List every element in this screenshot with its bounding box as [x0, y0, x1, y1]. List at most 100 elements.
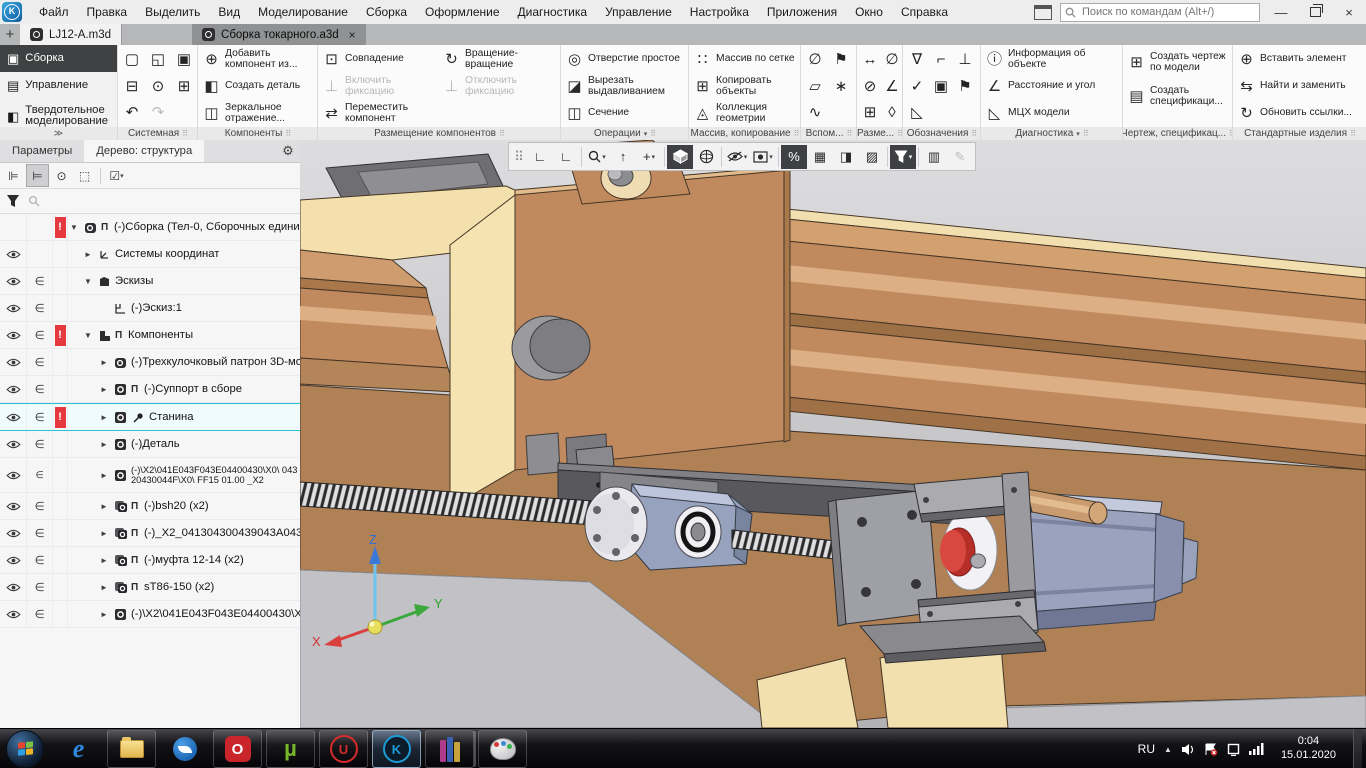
new-document-button[interactable]: ▢	[120, 46, 144, 72]
dim-linear-button[interactable]: ↔	[859, 46, 881, 72]
display-wireframe-button[interactable]	[693, 145, 719, 169]
tree-row-sketches[interactable]: ∈ ▼ Эскизы	[0, 268, 300, 295]
tray-expand-arrow[interactable]: ▲	[1164, 745, 1172, 754]
eye-icon[interactable]	[6, 610, 21, 619]
panel-tab-management[interactable]: ▤Управление	[0, 72, 117, 99]
filter-funnel-icon[interactable]	[6, 194, 20, 208]
aux-axis-button[interactable]: ∅	[803, 46, 827, 72]
menu-assembly[interactable]: Сборка	[357, 0, 416, 24]
drag-handle-icon[interactable]: ⠿	[847, 129, 853, 138]
eye-icon[interactable]	[6, 358, 21, 367]
taskbar-red-u-app[interactable]: U	[319, 730, 368, 768]
rotation-rotation-button[interactable]: ↻Вращение-вращение	[440, 46, 558, 73]
eye-icon[interactable]	[6, 556, 21, 565]
tree-row-x2-long-name[interactable]: ∈ ► (-)\X2\041E043F043E04400430\X0\ 0432…	[0, 458, 300, 493]
tree-row-x2-clipped[interactable]: ∈ ► (-)\X2\041E043F043E04400430\X0\	[0, 601, 300, 628]
search-input[interactable]	[1080, 5, 1255, 19]
find-replace-button[interactable]: ⇆Найти и заменить	[1235, 73, 1365, 100]
tree-row-x2-0413[interactable]: ∈ ► Π (-)_X2_041304300439043A0430_X	[0, 520, 300, 547]
tab-tree-structure[interactable]: Дерево: структура	[84, 140, 204, 162]
tree-filter-row[interactable]	[0, 189, 300, 214]
undo-button[interactable]: ↶	[120, 99, 144, 125]
tree-mode-structure-button[interactable]: ⊨	[26, 164, 49, 187]
in-calculation-icon[interactable]: ∈	[27, 431, 53, 457]
collapse-ribbon-chevron[interactable]: ≫	[0, 127, 117, 140]
in-calculation-icon[interactable]: ∈	[27, 376, 53, 402]
menu-view[interactable]: Вид	[209, 0, 249, 24]
grid-array-button[interactable]: ∷Массив по сетке	[691, 46, 799, 73]
tab-parameters[interactable]: Параметры	[0, 140, 84, 162]
drag-handle-icon[interactable]: ⠿	[1083, 129, 1089, 138]
create-part-button[interactable]: ◧Создать деталь	[200, 73, 316, 100]
dropdown-icon[interactable]: ▾	[644, 130, 648, 138]
eye-icon[interactable]	[6, 304, 21, 313]
device-icon[interactable]	[1227, 743, 1240, 756]
drag-handle-icon[interactable]: ⠿	[794, 129, 800, 138]
menu-edit[interactable]: Правка	[78, 0, 137, 24]
close-button[interactable]: ×	[1336, 3, 1362, 21]
filter-objects-button[interactable]: ▾	[890, 145, 916, 169]
insert-element-button[interactable]: ⊕Вставить элемент	[1235, 46, 1365, 73]
panel-layout-icon[interactable]	[1034, 5, 1052, 20]
drag-handle-icon[interactable]: ⠿	[285, 129, 291, 138]
network-signal-icon[interactable]	[1249, 743, 1264, 755]
print-preview-button[interactable]: ⊙	[146, 73, 170, 99]
aux-plane-button[interactable]: ▱	[803, 73, 827, 99]
snap-mode-button[interactable]: %	[781, 145, 807, 169]
roughness-button[interactable]: ∇	[905, 46, 929, 72]
expander-icon[interactable]: ►	[98, 610, 110, 619]
tree-row-coordinate-systems[interactable]: ► Системы координат	[0, 241, 300, 268]
enable-fixation-button[interactable]: ⊥Включить фиксацию	[320, 73, 440, 100]
taskbar-opera[interactable]: O	[213, 730, 262, 768]
component-structure-button[interactable]: ▥	[921, 145, 947, 169]
in-calculation-icon[interactable]: ∈	[27, 574, 53, 600]
placement-cs-button[interactable]: ∟	[553, 145, 579, 169]
eye-icon[interactable]	[6, 277, 21, 286]
tree-settings-gear-icon[interactable]: ⚙	[276, 140, 300, 162]
shadows-button[interactable]: ◨	[833, 145, 859, 169]
eyedropper-button[interactable]: ✎	[947, 145, 973, 169]
expander-icon[interactable]: ▼	[82, 331, 94, 340]
tolerance-frame-button[interactable]: ◺	[905, 99, 929, 125]
geometry-collection-button[interactable]: ◬Коллекция геометрии	[691, 100, 799, 127]
tree-row-bsh20[interactable]: ∈ ► Π (-)bsh20 (x2)	[0, 493, 300, 520]
distance-angle-button[interactable]: ∠Расстояние и угол	[983, 73, 1121, 100]
3d-viewport[interactable]: X Y Z ⠿ ∟ ∟ ▾ ↑ +▾ ▾ ▾ % ▦ ◨ ▨ ▾	[300, 140, 1366, 728]
toolbar-grip[interactable]: ⠿	[511, 145, 527, 169]
coordinate-triad-button[interactable]: +▾	[636, 145, 662, 169]
expander-icon[interactable]: ►	[98, 385, 110, 394]
tree-composition-button[interactable]: ☑▾	[106, 165, 127, 186]
clock[interactable]: 0:04 15.01.2020	[1273, 735, 1344, 763]
tree-row-components[interactable]: ∈ ! ▼ Π Компоненты	[0, 322, 300, 349]
check-mark-button[interactable]: ✓	[905, 73, 929, 99]
coincide-button[interactable]: ⊡Совпадение	[320, 46, 440, 73]
action-center-flag-icon[interactable]	[1204, 743, 1218, 756]
menu-management[interactable]: Управление	[596, 0, 681, 24]
tree-row-detail[interactable]: ∈ ► (-)Деталь	[0, 431, 300, 458]
command-search[interactable]	[1060, 3, 1260, 22]
menu-layout[interactable]: Оформление	[416, 0, 508, 24]
minimize-button[interactable]: —	[1268, 3, 1294, 21]
cut-extrude-button[interactable]: ◪Вырезать выдавливанием	[563, 73, 687, 100]
flag-symbol-button[interactable]: ⚑	[953, 73, 977, 99]
menu-select[interactable]: Выделить	[136, 0, 209, 24]
drag-handle-icon[interactable]: ⠿	[182, 129, 188, 138]
tab-assembly[interactable]: Сборка токарного.a3d ×	[192, 24, 366, 45]
save-document-button[interactable]: ▣	[172, 46, 196, 72]
datum-button[interactable]: ⊥	[953, 46, 977, 72]
mirror-button[interactable]: ◫Зеркальное отражение...	[200, 100, 316, 127]
expander-icon[interactable]: ►	[98, 583, 110, 592]
in-calculation-icon[interactable]: ∈	[27, 493, 53, 519]
menu-help[interactable]: Справка	[892, 0, 957, 24]
menu-applications[interactable]: Приложения	[758, 0, 846, 24]
leader-button[interactable]: ⌐	[929, 46, 953, 72]
tree-row-st86[interactable]: ∈ ► Π sT86-150 (x2)	[0, 574, 300, 601]
aux-point-button[interactable]: ∗	[829, 73, 853, 99]
base-symbol-button[interactable]: ▣	[929, 73, 953, 99]
panel-tab-assembly[interactable]: ▣Сборка	[0, 45, 117, 72]
eye-icon[interactable]	[6, 250, 21, 259]
redo-button[interactable]: ↷	[146, 99, 170, 125]
print-button[interactable]: ⊟	[120, 73, 144, 99]
tree-row-bed-selected[interactable]: ∈ ! ► Станина	[0, 403, 300, 431]
expander-icon[interactable]: ▼	[82, 277, 94, 286]
